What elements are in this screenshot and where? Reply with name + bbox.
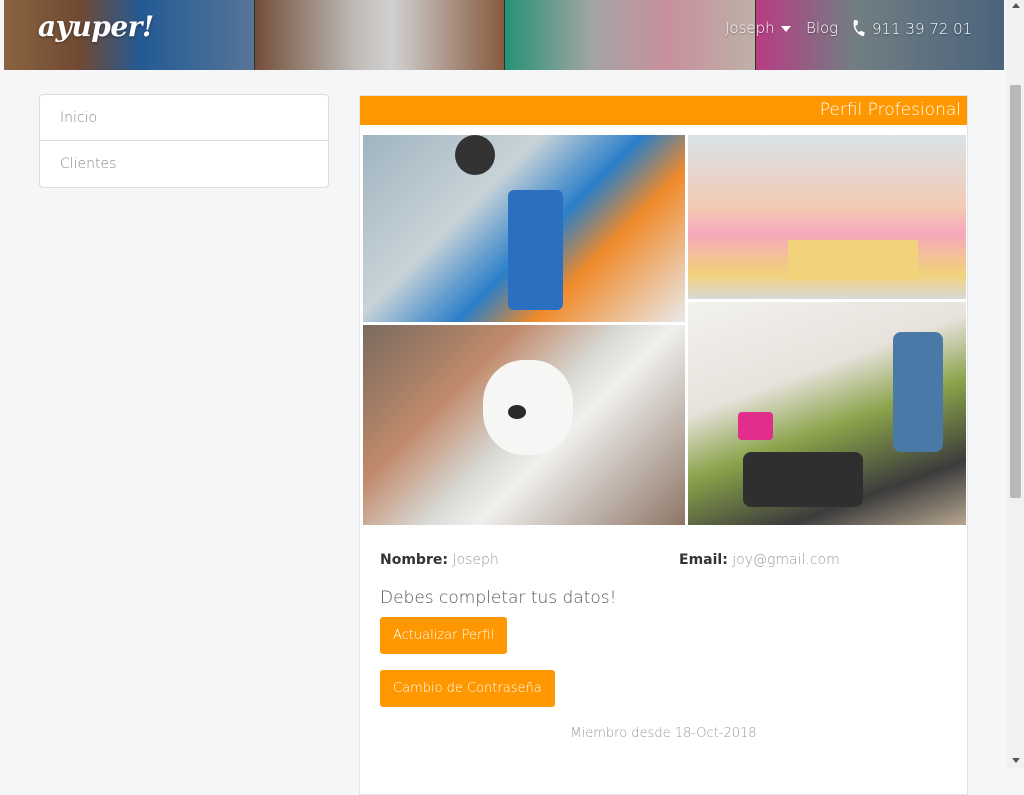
flowerpot-shape: [738, 412, 773, 440]
update-profile-button[interactable]: Actualizar Perfil: [380, 617, 508, 654]
sidebar: Inicio Clientes: [39, 94, 329, 188]
phone-icon: [853, 19, 865, 37]
sidebar-item-clientes[interactable]: Clientes: [39, 141, 329, 188]
scroll-down-icon[interactable]: [1012, 758, 1020, 763]
name-field: Nombre: Joseph: [380, 552, 499, 568]
email-value: joy@gmail.com: [732, 552, 840, 568]
chevron-down-icon: [780, 25, 791, 32]
phone-number: 911 39 72 01: [872, 20, 973, 38]
notice-text: Debes completar tus datos!: [380, 588, 617, 608]
photo-cooking: [688, 302, 966, 525]
member-since: Miembro desde 18-Oct-2018: [570, 726, 757, 741]
blog-link[interactable]: Blog: [806, 19, 838, 37]
apron-shape: [508, 190, 563, 310]
scrollbar[interactable]: [1007, 0, 1024, 768]
photo-cleaning: [363, 135, 685, 322]
sidebar-item-inicio[interactable]: Inicio: [39, 94, 329, 141]
photo-dog: [363, 325, 685, 525]
profile-panel: Perfil Profesional Nombre: Joseph Email:…: [359, 95, 968, 795]
phone-contact[interactable]: 911 39 72 01: [850, 19, 972, 38]
panel-title: Perfil Profesional: [360, 96, 967, 125]
name-label: Nombre:: [380, 552, 448, 568]
photo-ironing: [688, 135, 966, 299]
dog-nose-shape: [508, 405, 526, 419]
cloth-shape: [788, 240, 918, 280]
man-shape: [893, 332, 943, 452]
clock-shape: [455, 135, 495, 175]
name-value: Joseph: [452, 552, 499, 568]
pot-shape: [743, 452, 863, 507]
change-password-button[interactable]: Cambio de Contraseña: [380, 670, 555, 707]
email-field: Email: joy@gmail.com: [679, 552, 840, 568]
scroll-up-icon[interactable]: [1012, 3, 1020, 8]
scroll-thumb[interactable]: [1010, 85, 1021, 498]
user-menu[interactable]: Joseph: [725, 19, 791, 37]
user-menu-label: Joseph: [725, 19, 775, 37]
dog-shape: [483, 360, 573, 455]
logo[interactable]: ayuper!: [38, 10, 154, 43]
email-label: Email:: [679, 552, 728, 568]
